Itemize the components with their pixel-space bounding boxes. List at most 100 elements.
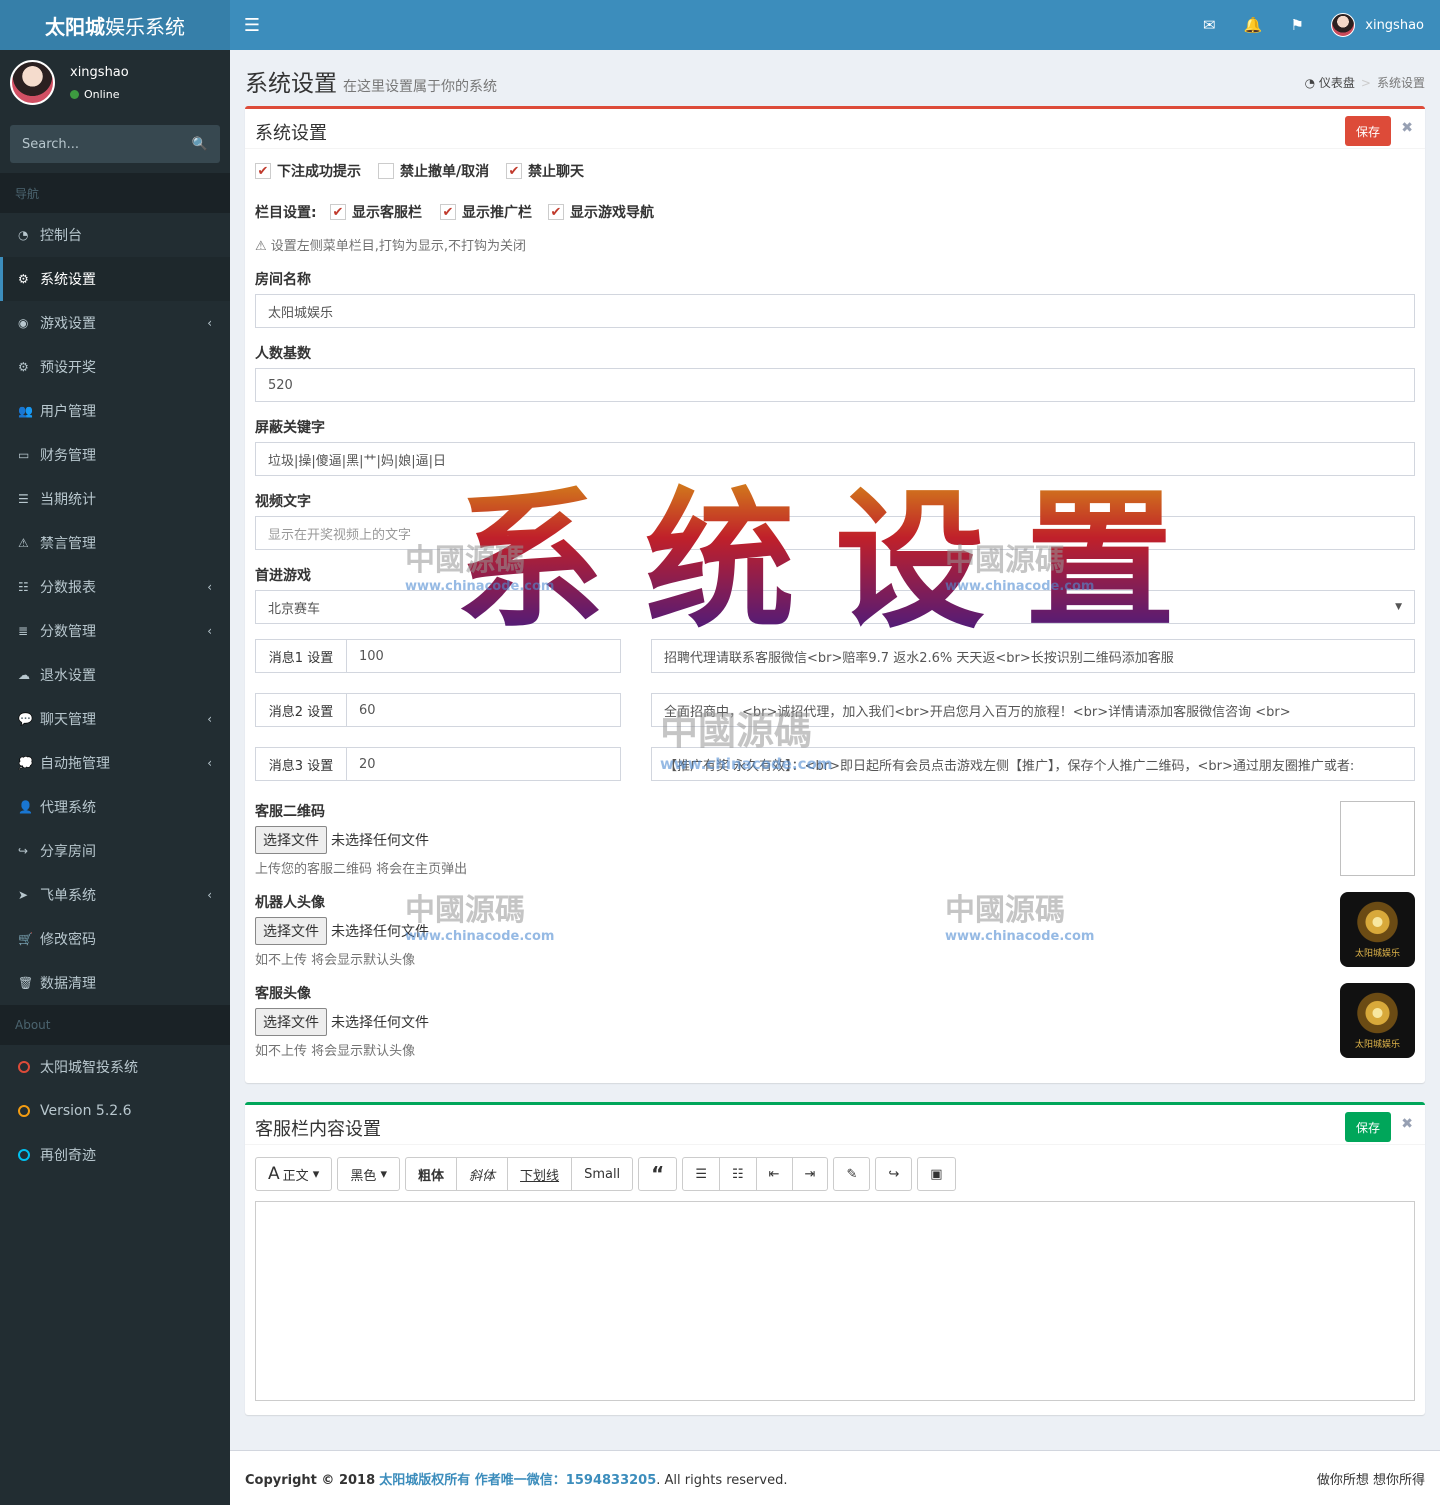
service-file-input[interactable]: 选择文件 未选择任何文件 [255,1008,429,1036]
image-icon[interactable]: ▣ [918,1158,954,1190]
circle-icon [18,1149,30,1161]
italic-button[interactable]: 斜体 [457,1158,509,1190]
user-menu[interactable]: xingshao [1319,13,1440,37]
sidebar-item-4[interactable]: 👥 用户管理 [0,389,230,433]
editor-toolbar: A 正文 ▾ 黑色 ▾ 粗体 斜体 下划线 Small “ ☰ ☷ ⇤ ⇥ ✎ ↪… [255,1157,961,1191]
checkbox-show-promo[interactable]: ✔ [440,204,456,220]
list-ol-icon[interactable]: ☷ [720,1158,757,1190]
sidebar-item-label: 控制台 [40,228,82,244]
qr-file-input[interactable]: 选择文件 未选择任何文件 [255,826,429,854]
base-count-input[interactable]: 520 [255,368,1415,402]
msg1-value-input[interactable]: 100 [347,640,396,672]
msg2-text-input[interactable]: 全面招商中，<br>诚招代理，加入我们<br>开启您月入百万的旅程！<br>详情… [651,693,1415,727]
sidebar-toggle-icon[interactable]: ☰ [230,0,274,50]
robot-file-input[interactable]: 选择文件 未选择任何文件 [255,917,429,945]
service-choose-file-button[interactable]: 选择文件 [255,1008,327,1036]
content-wrapper: 系统设置 在这里设置属于你的系统 ◔ 仪表盘 > 系统设置 系统设置 保存 ✖ ✔ 下注… [230,50,1440,1505]
msg1-text-input[interactable]: 招聘代理请联系客服微信<br>赔率9.7 返水2.6% 天天返<br>长按识别二… [651,639,1415,673]
service-help: 如不上传 将会显示默认头像 [255,1044,416,1059]
quote-icon[interactable]: “ [639,1158,676,1190]
column-settings-label: 栏目设置: [255,205,317,221]
list-ul-icon[interactable]: ☰ [683,1158,720,1190]
small-button[interactable]: Small [572,1158,632,1190]
checkbox-no-chat[interactable]: ✔ [506,163,522,179]
bet-success-checkbox[interactable]: ✔ 下注成功提示 [255,161,361,181]
show-service-checkbox[interactable]: ✔ 显示客服栏 [330,202,422,222]
sidebar-item-label: 预设开奖 [40,360,96,376]
outdent-icon[interactable]: ⇤ [757,1158,793,1190]
service-no-file: 未选择任何文件 [331,1015,429,1031]
sidebar-item-2[interactable]: ◉ 游戏设置 ‹ [0,301,230,345]
chevron-left-icon: ‹ [207,580,212,594]
service-save-button[interactable]: 保存 [1345,1112,1391,1142]
sidebar-item-10[interactable]: ☁ 退水设置 [0,653,230,697]
sidebar-item-11[interactable]: 💬 聊天管理 ‹ [0,697,230,741]
search-icon[interactable]: 🔍 [192,137,208,152]
msg3-text-input[interactable]: 【推广有奖 永久有效】：<br>即日起所有会员点击游戏左侧【推广】，保存个人推广… [651,747,1415,781]
sidebar-item-1[interactable]: ⚙ 系统设置 [0,257,230,301]
sidebar-item-6[interactable]: ☰ 当期统计 [0,477,230,521]
bell-icon[interactable]: 🔔 [1231,16,1275,34]
envelope-icon[interactable]: ✉ [1187,16,1231,34]
pencil-icon[interactable]: ✎ [834,1158,869,1190]
sidebar-item-label: 禁言管理 [40,536,96,552]
sidebar-item-label: 分数报表 [40,580,96,596]
no-chat-checkbox[interactable]: ✔ 禁止聊天 [506,161,584,181]
video-text-input[interactable]: 显示在开奖视频上的文字 [255,516,1415,550]
robot-avatar-preview: 太阳城娱乐 [1340,892,1415,967]
sidebar-item-5[interactable]: ▭ 财务管理 [0,433,230,477]
breadcrumb-home[interactable]: 仪表盘 [1319,76,1355,90]
owner-link[interactable]: 太阳城版权所有 作者唯一微信：1594833205 [379,1473,656,1488]
qr-choose-file-button[interactable]: 选择文件 [255,826,327,854]
msg2-value-input[interactable]: 60 [347,694,388,726]
indent-icon[interactable]: ⇥ [793,1158,828,1190]
first-game-select[interactable]: 北京赛车 ▼ [255,590,1415,624]
msg3-value-input[interactable]: 20 [347,748,388,780]
sidebar-item-16[interactable]: 🛒 修改密码 [0,917,230,961]
logo[interactable]: 太阳城 娱乐系统 [0,0,230,50]
checkbox-bet-success[interactable]: ✔ [255,163,271,179]
flag-icon[interactable]: ⚑ [1275,16,1319,34]
sidebar-item-14[interactable]: ↪ 分享房间 [0,829,230,873]
sidebar-item-7[interactable]: ⚠ 禁言管理 [0,521,230,565]
show-game-nav-checkbox[interactable]: ✔ 显示游戏导航 [548,202,654,222]
about-item-label: Version 5.2.6 [40,1103,132,1119]
sidebar-item-17[interactable]: 🗑 数据清理 [0,961,230,1005]
service-close-icon[interactable]: ✖ [1401,1116,1413,1132]
share-icon[interactable]: ↪ [876,1158,911,1190]
sidebar-item-8[interactable]: ☷ 分数报表 ‹ [0,565,230,609]
show-promo-checkbox[interactable]: ✔ 显示推广栏 [440,202,532,222]
sidebar-item-0[interactable]: ◔ 控制台 [0,213,230,257]
column-help-text: 设置左侧菜单栏目,打钩为显示,不打钩为关闭 [270,239,527,254]
font-dropdown[interactable]: A 正文 ▾ [256,1158,331,1190]
keywords-input[interactable]: 垃圾|操|傻逼|黑|艹|妈|娘|逼|日 [255,442,1415,476]
rich-text-editor[interactable] [255,1201,1415,1401]
sidebar-item-9[interactable]: ≣ 分数管理 ‹ [0,609,230,653]
checkbox-no-cancel[interactable] [378,163,394,179]
sidebar-item-label: 飞单系统 [40,888,96,904]
sidebar-item-15[interactable]: ➤ 飞单系统 ‹ [0,873,230,917]
checkbox-show-game-nav[interactable]: ✔ [548,204,564,220]
about-item-1[interactable]: Version 5.2.6 [0,1089,230,1133]
close-icon[interactable]: ✖ [1401,120,1413,136]
comment-dots-icon: 💭 [18,756,33,770]
checkbox-show-service[interactable]: ✔ [330,204,346,220]
sidebar-item-12[interactable]: 💭 自动拖管理 ‹ [0,741,230,785]
about-item-2[interactable]: 再创奇迹 [0,1133,230,1177]
money-icon: ▭ [18,448,30,462]
status-text: Online [84,87,120,101]
underline-button[interactable]: 下划线 [508,1158,573,1190]
bold-button[interactable]: 粗体 [406,1158,458,1190]
base-count-label: 人数基数 [255,346,311,362]
save-button[interactable]: 保存 [1345,116,1391,146]
sidebar-item-label: 退水设置 [40,668,96,684]
no-cancel-checkbox[interactable]: 禁止撤单/取消 [378,161,489,181]
sidebar-item-3[interactable]: ⚙ 预设开奖 [0,345,230,389]
color-dropdown[interactable]: 黑色 ▾ [338,1158,399,1190]
room-name-input[interactable]: 太阳城娱乐 [255,294,1415,328]
about-item-label: 太阳城智投系统 [40,1060,138,1076]
robot-choose-file-button[interactable]: 选择文件 [255,917,327,945]
about-item-0[interactable]: 太阳城智投系统 [0,1045,230,1089]
search-input[interactable]: Search... 🔍 [10,125,220,163]
sidebar-item-13[interactable]: 👤 代理系统 [0,785,230,829]
